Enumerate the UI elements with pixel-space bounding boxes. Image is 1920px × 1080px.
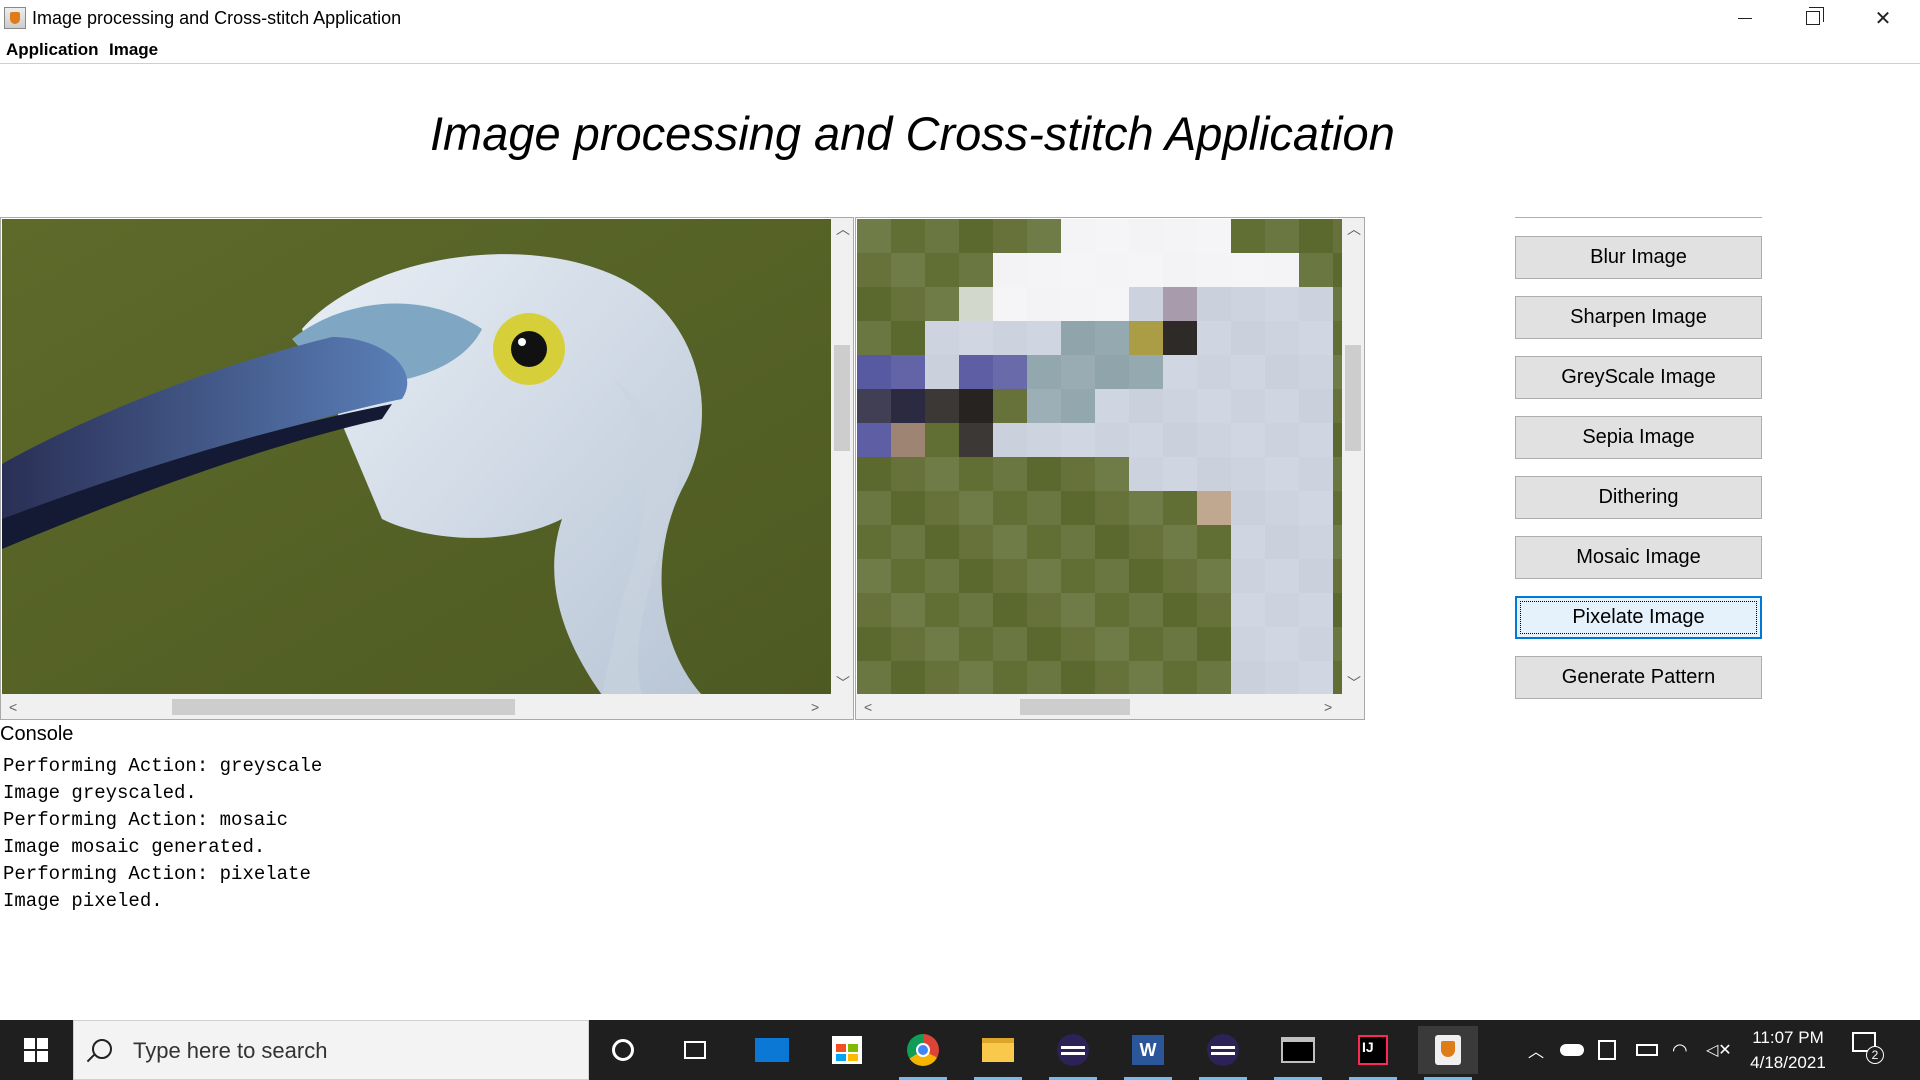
clipped-button[interactable] <box>1515 214 1762 218</box>
generate-pattern-button[interactable]: Generate Pattern <box>1515 656 1762 699</box>
battery-icon[interactable] <box>1636 1020 1658 1080</box>
processed-image <box>857 219 1343 695</box>
horizontal-scrollbar[interactable]: < > <box>856 694 1364 719</box>
clock[interactable]: 11:07 PM 4/18/2021 <box>1738 1025 1838 1075</box>
notification-count: 2 <box>1866 1046 1884 1064</box>
console-line: Performing Action: pixelate <box>3 863 311 885</box>
java-icon[interactable] <box>1418 1026 1478 1080</box>
notification-center-icon[interactable]: 2 <box>1852 1032 1884 1064</box>
scroll-up-icon[interactable]: ︿ <box>1347 222 1361 236</box>
close-icon: ✕ <box>1874 7 1892 30</box>
terminal-icon[interactable] <box>1268 1026 1328 1080</box>
window-title: Image processing and Cross-stitch Applic… <box>32 8 402 28</box>
menu-bar: Application Image <box>0 36 1920 64</box>
console-line: Image pixeled. <box>3 890 163 912</box>
scroll-up-icon[interactable]: ︿ <box>836 222 850 236</box>
cortana-icon[interactable] <box>593 1026 653 1074</box>
vertical-scrollbar[interactable]: ︿ ﹀ <box>831 218 853 694</box>
security-icon[interactable] <box>1598 1020 1616 1080</box>
windows-icon <box>24 1038 48 1062</box>
menu-image[interactable]: Image <box>109 40 158 60</box>
scroll-left-icon[interactable]: < <box>9 700 17 714</box>
word-icon[interactable]: W <box>1118 1026 1178 1080</box>
chevron-up-icon: ︿ <box>1528 1044 1545 1061</box>
scroll-right-icon[interactable]: > <box>811 700 819 714</box>
console-line: Image greyscaled. <box>3 782 197 804</box>
scroll-down-icon[interactable]: ﹀ <box>1347 676 1361 690</box>
restore-button[interactable] <box>1778 0 1848 36</box>
minimize-icon <box>1738 17 1752 19</box>
onedrive-icon[interactable] <box>1560 1020 1584 1080</box>
console-line: Performing Action: greyscale <box>3 755 323 777</box>
clock-time: 11:07 PM <box>1752 1028 1824 1047</box>
start-button[interactable] <box>0 1020 72 1080</box>
wifi-icon[interactable]: ◠ <box>1672 1020 1688 1080</box>
scroll-thumb[interactable] <box>172 699 515 715</box>
show-hidden-icons[interactable]: ︿ <box>1528 1020 1544 1080</box>
search-icon <box>92 1039 112 1059</box>
sepia-image-button[interactable]: Sepia Image <box>1515 416 1762 459</box>
search-placeholder: Type here to search <box>133 1038 328 1063</box>
task-view-icon[interactable] <box>665 1026 725 1074</box>
title-bar: Image processing and Cross-stitch Applic… <box>0 0 1920 36</box>
scroll-thumb[interactable] <box>834 345 850 451</box>
close-button[interactable]: ✕ <box>1848 0 1918 36</box>
eclipse-icon[interactable] <box>1043 1026 1103 1080</box>
scroll-thumb[interactable] <box>1345 345 1361 451</box>
taskbar-search[interactable]: Type here to search <box>73 1020 589 1080</box>
java-app-icon <box>4 7 26 29</box>
mail-icon[interactable] <box>742 1026 802 1074</box>
file-explorer-icon[interactable] <box>968 1026 1028 1080</box>
restore-icon <box>1806 7 1824 25</box>
dithering-button[interactable]: Dithering <box>1515 476 1762 519</box>
taskbar: Type here to search W IJ ︿ ◠ ◁✕ 11:07 PM… <box>0 1020 1920 1080</box>
horizontal-scrollbar[interactable]: < > <box>1 694 853 719</box>
console-label: Console <box>0 723 74 745</box>
blur-image-button[interactable]: Blur Image <box>1515 236 1762 279</box>
sharpen-image-button[interactable]: Sharpen Image <box>1515 296 1762 339</box>
scroll-left-icon[interactable]: < <box>864 700 872 714</box>
volume-mute-icon[interactable]: ◁✕ <box>1706 1020 1732 1080</box>
greyscale-image-button[interactable]: GreyScale Image <box>1515 356 1762 399</box>
scroll-thumb[interactable] <box>1020 699 1130 715</box>
eclipse-icon[interactable] <box>1193 1026 1253 1080</box>
console-line: Image mosaic generated. <box>3 836 266 858</box>
mosaic-image-button[interactable]: Mosaic Image <box>1515 536 1762 579</box>
pixelate-image-button[interactable]: Pixelate Image <box>1515 596 1762 639</box>
intellij-icon[interactable]: IJ <box>1343 1026 1403 1080</box>
vertical-scrollbar[interactable]: ︿ ﹀ <box>1342 218 1364 694</box>
console-output: Performing Action: greyscale Image greys… <box>3 753 1003 915</box>
scroll-right-icon[interactable]: > <box>1324 700 1332 714</box>
chrome-icon[interactable] <box>893 1026 953 1080</box>
scroll-down-icon[interactable]: ﹀ <box>836 676 850 690</box>
store-icon[interactable] <box>817 1026 877 1074</box>
console-line: Performing Action: mosaic <box>3 809 289 831</box>
menu-application[interactable]: Application <box>6 40 99 60</box>
page-title: Image processing and Cross-stitch Applic… <box>430 107 1395 160</box>
clock-date: 4/18/2021 <box>1750 1053 1826 1072</box>
original-image-panel[interactable]: ︿ ﹀ < > <box>0 217 854 720</box>
original-image <box>2 219 832 695</box>
minimize-button[interactable] <box>1710 0 1780 36</box>
processed-image-panel[interactable]: ︿ ﹀ < > <box>855 217 1365 720</box>
